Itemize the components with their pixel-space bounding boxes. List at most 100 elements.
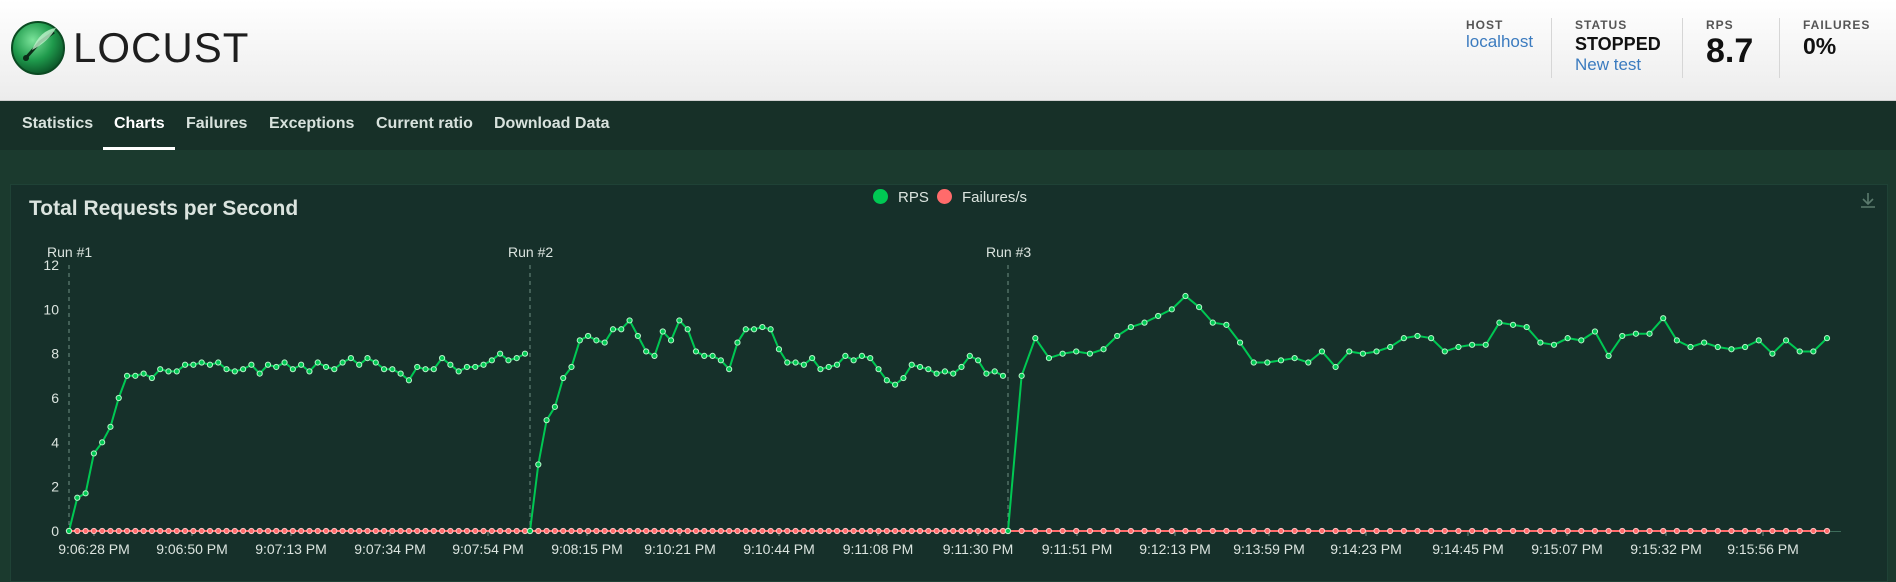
rps-data-point bbox=[1482, 341, 1489, 348]
failures-data-point bbox=[488, 527, 495, 535]
failures-data-point bbox=[543, 527, 550, 535]
failures-data-point bbox=[90, 527, 97, 535]
rps-data-point bbox=[497, 350, 504, 357]
failures-data-point bbox=[157, 527, 164, 535]
rps-chart: 0246810129:06:28 PM 9:06:50 PM 9:07:13 PM 9… bbox=[43, 244, 1841, 557]
failures-data-point bbox=[1728, 527, 1735, 535]
failures-data-point bbox=[447, 527, 454, 535]
failures-data-point bbox=[1742, 527, 1749, 535]
rps-data-point bbox=[248, 361, 255, 368]
rps-data-point bbox=[281, 359, 288, 366]
rps-data-point bbox=[148, 374, 156, 382]
rps-data-point bbox=[463, 363, 471, 371]
rps-data-point bbox=[1373, 348, 1380, 355]
y-tick-label: 0 bbox=[51, 523, 59, 539]
rps-data-point bbox=[651, 352, 658, 359]
failures-data-point bbox=[248, 527, 255, 535]
header-divider bbox=[1682, 18, 1683, 78]
failures-data-point bbox=[1018, 527, 1025, 535]
rps-data-point bbox=[1032, 335, 1039, 342]
tab-failures[interactable]: Failures bbox=[186, 115, 247, 133]
rps-data-point bbox=[206, 361, 214, 368]
rps-data-point bbox=[867, 355, 874, 362]
rps-data-point bbox=[82, 490, 89, 497]
failures-data-point bbox=[1168, 527, 1175, 535]
failures-data-point bbox=[792, 527, 799, 535]
failures-data-point bbox=[521, 527, 529, 535]
rps-data-point bbox=[215, 359, 222, 366]
failures-data-point bbox=[1455, 527, 1462, 535]
failures-data-point bbox=[1127, 527, 1134, 535]
tab-charts[interactable]: Charts bbox=[114, 115, 165, 133]
new-test-link[interactable]: New test bbox=[1575, 55, 1661, 75]
rps-data-point bbox=[223, 366, 230, 373]
x-tick-label: 9:15:56 PM bbox=[1727, 541, 1799, 557]
tab-current-ratio[interactable]: Current ratio bbox=[376, 115, 473, 133]
failures-data-point bbox=[1332, 527, 1339, 535]
failures-value: 0% bbox=[1803, 33, 1837, 59]
rps-data-point bbox=[1155, 312, 1162, 320]
rps-data-point bbox=[734, 339, 741, 346]
failures-data-point bbox=[618, 527, 625, 535]
failures-data-point bbox=[634, 527, 641, 535]
failures-data-point bbox=[414, 527, 421, 535]
failures-data-point bbox=[966, 527, 973, 535]
failures-data-point bbox=[173, 527, 180, 535]
rps-data-point bbox=[975, 357, 982, 364]
rps-data-point bbox=[825, 363, 832, 371]
host-link[interactable]: localhost bbox=[1466, 32, 1533, 52]
failures-data-point bbox=[1359, 527, 1367, 535]
rps-data-point bbox=[90, 450, 97, 457]
rps-data-point bbox=[1073, 348, 1080, 355]
failures-data-point bbox=[430, 527, 437, 535]
rps-data-point bbox=[256, 370, 263, 377]
rps-data-point bbox=[933, 370, 940, 377]
rps-stat: RPS 8.7 bbox=[1706, 18, 1753, 70]
failures-data-point bbox=[1209, 527, 1216, 535]
rps-data-point bbox=[983, 370, 990, 377]
rps-data-point bbox=[347, 355, 354, 362]
rps-data-point bbox=[742, 326, 749, 333]
failures-data-point bbox=[584, 527, 592, 535]
rps-data-point bbox=[1196, 304, 1203, 311]
failures-data-point bbox=[356, 527, 363, 535]
failures-data-point bbox=[165, 527, 172, 535]
failures-data-point bbox=[115, 527, 122, 535]
failures-data-point bbox=[1346, 527, 1353, 535]
failures-data-point bbox=[892, 527, 899, 535]
rps-data-point bbox=[1523, 323, 1530, 331]
rps-data-point bbox=[1264, 359, 1271, 366]
failures-data-point bbox=[1182, 527, 1189, 535]
rps-data-point bbox=[1578, 337, 1585, 344]
rps-data-point bbox=[784, 359, 791, 366]
rps-data-point bbox=[488, 357, 495, 364]
rps-data-point bbox=[1414, 332, 1421, 340]
failures-data-point bbox=[322, 527, 330, 535]
failures-data-point bbox=[916, 527, 924, 535]
rps-data-point bbox=[380, 366, 388, 373]
failures-data-point bbox=[1141, 527, 1148, 535]
header-divider bbox=[1551, 18, 1552, 78]
failures-data-point bbox=[958, 527, 965, 535]
failures-data-point bbox=[1469, 527, 1476, 535]
rps-data-point bbox=[1509, 321, 1517, 328]
tab-exceptions[interactable]: Exceptions bbox=[269, 115, 354, 133]
failures-data-point bbox=[759, 527, 766, 535]
failures-data-point bbox=[1578, 527, 1585, 535]
failures-data-point bbox=[298, 527, 305, 535]
failures-data-point bbox=[750, 527, 758, 535]
x-tick-label: 9:14:23 PM bbox=[1330, 541, 1402, 557]
rps-data-point bbox=[1182, 292, 1189, 300]
rps-data-point bbox=[198, 359, 205, 366]
rps-data-point bbox=[609, 326, 617, 333]
rps-data-point bbox=[372, 359, 379, 366]
tab-download-data[interactable]: Download Data bbox=[494, 115, 610, 133]
failures-data-point bbox=[281, 527, 288, 535]
rps-data-point bbox=[447, 361, 454, 368]
rps-data-point bbox=[1018, 372, 1025, 379]
tab-statistics[interactable]: Statistics bbox=[22, 115, 93, 133]
failures-data-point bbox=[1318, 527, 1326, 535]
rps-data-point bbox=[958, 363, 965, 371]
y-tick-label: 4 bbox=[51, 434, 59, 450]
rps-data-point bbox=[676, 317, 683, 324]
